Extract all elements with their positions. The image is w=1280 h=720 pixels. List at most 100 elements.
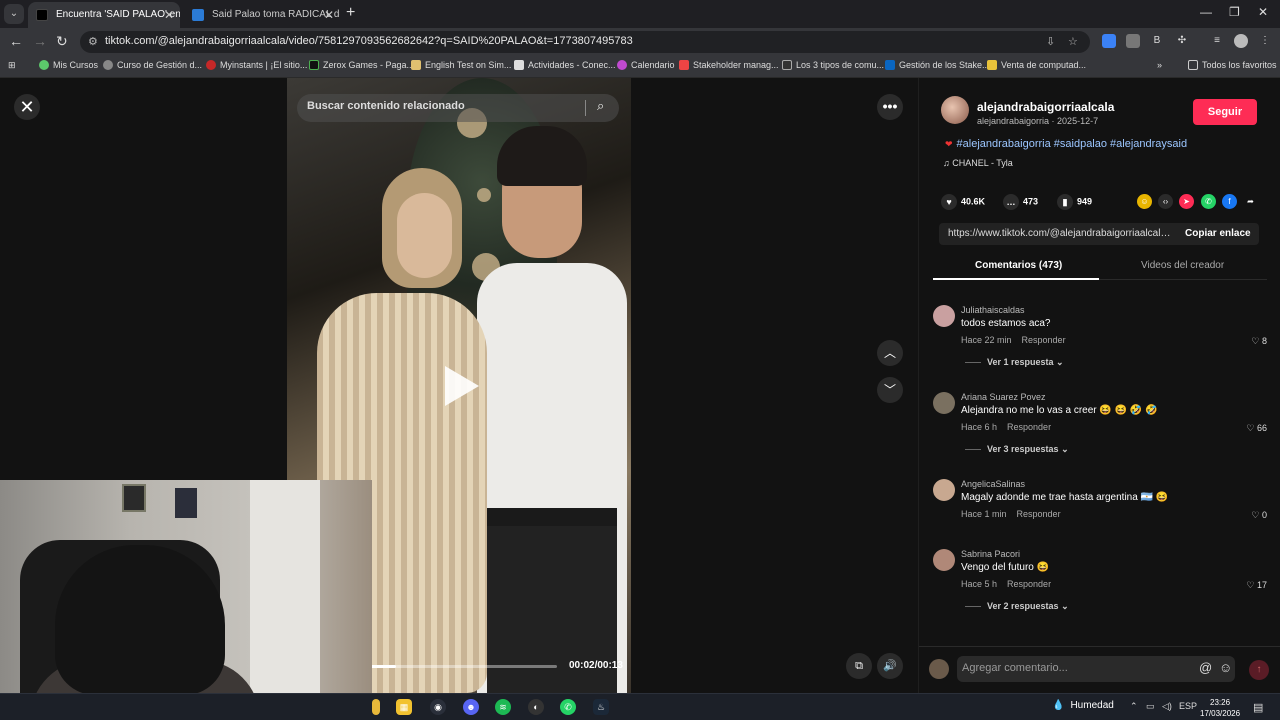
comment-like[interactable]: ♡ 66: [1246, 423, 1267, 434]
close-tab-icon[interactable]: ✕: [164, 2, 174, 28]
post-comment-button[interactable]: ↑: [1249, 660, 1269, 680]
emoji-icon[interactable]: ☺: [1219, 660, 1232, 675]
play-icon[interactable]: [445, 366, 479, 406]
close-tab-icon[interactable]: ✕: [324, 2, 334, 28]
bookmark-item[interactable]: Los 3 tipos de comu...: [782, 60, 884, 70]
forward-icon[interactable]: →: [33, 33, 47, 49]
chrome-icon[interactable]: ◉: [430, 699, 446, 715]
reload-icon[interactable]: ↻: [56, 33, 68, 50]
site-info-icon[interactable]: ⚙: [88, 35, 98, 48]
view-replies-button[interactable]: Ver 3 respuestas ⌄: [965, 444, 1069, 455]
bookmark-item[interactable]: English Test on Sim...: [411, 60, 511, 70]
network-icon[interactable]: ▭: [1146, 701, 1155, 712]
share-arrow-icon[interactable]: ➦: [1243, 194, 1258, 209]
commenter-name[interactable]: AngelicaSalinas: [961, 479, 1025, 489]
comment-like[interactable]: ♡ 8: [1251, 336, 1267, 347]
bookmark-item[interactable]: Mis Cursos: [39, 60, 98, 70]
discord-icon[interactable]: ☻: [463, 699, 479, 715]
bookmark-item[interactable]: Gestión de los Stake...: [885, 60, 990, 70]
save-count[interactable]: ▮ 949: [1057, 194, 1092, 210]
bookmark-item[interactable]: Zerox Games - Paga...: [309, 60, 414, 70]
reading-list-icon[interactable]: ≡: [1210, 34, 1224, 48]
extension-b-icon[interactable]: B: [1150, 34, 1164, 48]
notifications-icon[interactable]: ▤: [1253, 701, 1263, 714]
commenter-avatar[interactable]: [933, 392, 955, 414]
minimize-icon[interactable]: —: [1200, 5, 1212, 19]
comment-count[interactable]: … 473: [1003, 194, 1038, 210]
bookmark-item[interactable]: Actividades - Conec...: [514, 60, 616, 70]
taskbar-clock[interactable]: 23:26 17/03/2026: [1200, 697, 1240, 719]
reply-button[interactable]: Responder: [1022, 335, 1066, 345]
comment-like[interactable]: ♡ 0: [1251, 510, 1267, 521]
next-video-icon[interactable]: ﹀: [877, 377, 903, 403]
search-icon[interactable]: ⌕: [597, 98, 604, 114]
close-window-icon[interactable]: ✕: [1258, 5, 1268, 19]
address-bar[interactable]: ⚙ tiktok.com/@alejandrabaigorriaalcala/v…: [80, 31, 1090, 53]
tab-search-menu-icon[interactable]: ⌄: [4, 4, 24, 24]
restore-icon[interactable]: ❐: [1229, 5, 1240, 19]
music-track[interactable]: ♫ CHANEL - Tyla: [943, 158, 1013, 168]
related-search-input[interactable]: [307, 100, 577, 112]
commenter-name[interactable]: Ariana Suarez Povez: [961, 392, 1046, 402]
comment-like[interactable]: ♡ 17: [1246, 580, 1267, 591]
menu-kebab-icon[interactable]: ⋮: [1258, 34, 1272, 48]
commenter-avatar[interactable]: [933, 305, 955, 327]
bookmark-item[interactable]: Curso de Gestión d...: [103, 60, 202, 70]
close-video-button[interactable]: ✕: [14, 94, 40, 120]
related-search-box[interactable]: ⌕: [297, 94, 619, 122]
weather-widget[interactable]: 💧 Humedad: [1052, 700, 1114, 711]
hashtags[interactable]: #alejandrabaigorria #saidpalao #alejandr…: [957, 138, 1188, 150]
extension-icon[interactable]: [1102, 34, 1116, 48]
facebook-icon[interactable]: f: [1222, 194, 1237, 209]
back-icon[interactable]: ←: [9, 33, 23, 49]
tab-comments[interactable]: Comentarios (473): [975, 260, 1062, 271]
spotify-icon[interactable]: ≋: [495, 699, 511, 715]
share-friends-icon[interactable]: ☺: [1137, 194, 1152, 209]
new-tab-icon[interactable]: +: [346, 4, 355, 22]
extensions-puzzle-icon[interactable]: ✣: [1175, 34, 1189, 48]
tray-overflow-icon[interactable]: ⌃: [1130, 701, 1138, 712]
obs-icon[interactable]: ◐: [528, 699, 544, 715]
apps-grid-icon[interactable]: ⊞: [8, 60, 16, 71]
comment-field[interactable]: @ ☺: [957, 656, 1235, 682]
like-count[interactable]: ♥ 40.6K: [941, 194, 985, 210]
video-progress-bar[interactable]: [367, 665, 557, 668]
commenter-avatar[interactable]: [933, 479, 955, 501]
creator-avatar[interactable]: [941, 96, 969, 124]
install-icon[interactable]: ⇩: [1046, 35, 1055, 48]
commenter-name[interactable]: Juliathaiscaldas: [961, 305, 1025, 315]
language-indicator[interactable]: ESP: [1179, 701, 1197, 711]
bookmark-item[interactable]: Stakeholder manag...: [679, 60, 779, 70]
volume-tray-icon[interactable]: ◁): [1162, 701, 1172, 712]
browser-tab-news[interactable]: Said Palao toma RADICAL decis ✕: [184, 2, 340, 28]
previous-video-icon[interactable]: ︿: [877, 340, 903, 366]
reply-button[interactable]: Responder: [1007, 579, 1051, 589]
url-text[interactable]: tiktok.com/@alejandrabaigorriaalcala/vid…: [105, 35, 633, 47]
bookmark-item[interactable]: Venta de computad...: [987, 60, 1086, 70]
comment-input[interactable]: [962, 662, 1187, 674]
follow-button[interactable]: Seguir: [1193, 99, 1257, 125]
mention-icon[interactable]: @: [1199, 660, 1212, 675]
browser-tab-tiktok[interactable]: Encuentra 'SAID PALAO' en Tik ✕: [28, 2, 180, 28]
view-replies-button[interactable]: Ver 1 respuesta ⌄: [965, 357, 1064, 368]
all-bookmarks-folder[interactable]: Todos los favoritos: [1188, 60, 1277, 70]
extension-icon[interactable]: [1126, 34, 1140, 48]
more-options-icon[interactable]: •••: [877, 94, 903, 120]
view-replies-button[interactable]: Ver 2 respuestas ⌄: [965, 601, 1069, 612]
whatsapp-icon[interactable]: ✆: [1201, 194, 1216, 209]
send-icon[interactable]: ➤: [1179, 194, 1194, 209]
bookmark-item[interactable]: Myinstants | ¡El sitio...: [206, 60, 307, 70]
commenter-avatar[interactable]: [933, 549, 955, 571]
creator-username[interactable]: alejandrabaigorriaalcala: [977, 100, 1114, 114]
file-explorer-icon[interactable]: [372, 699, 380, 715]
steam-icon[interactable]: ♨: [593, 699, 609, 715]
more-bookmarks-icon[interactable]: »: [1157, 60, 1162, 70]
embed-icon[interactable]: ‹›: [1158, 194, 1173, 209]
copy-link-button[interactable]: Copiar enlace: [1185, 228, 1251, 239]
store-icon[interactable]: ▦: [396, 699, 412, 715]
reply-button[interactable]: Responder: [1007, 422, 1051, 432]
volume-icon[interactable]: 🔊: [877, 653, 903, 679]
whatsapp-icon[interactable]: ✆: [560, 699, 576, 715]
floating-player-icon[interactable]: ⧉: [846, 653, 872, 679]
reply-button[interactable]: Responder: [1017, 509, 1061, 519]
